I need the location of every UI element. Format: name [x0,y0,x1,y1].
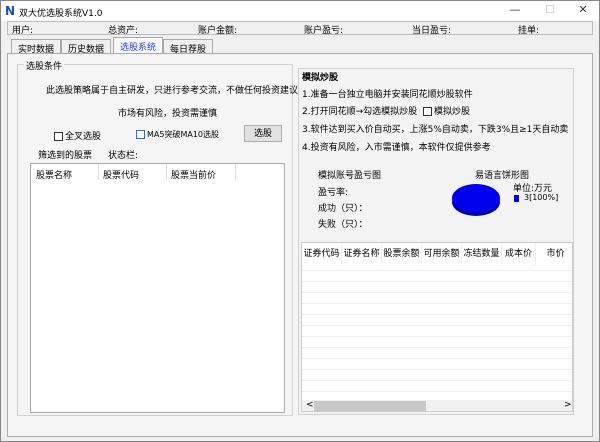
close-button[interactable]: ✕ [569,3,597,19]
sim-trading-checkbox[interactable]: 模拟炒股 [423,104,470,117]
column-header[interactable]: 可用余额 [422,243,462,265]
filtered-stocks-label: 筛选到的股票 [38,151,93,161]
simulation-group-title: 模拟炒股 [302,73,339,83]
checkbox-icon [136,130,145,139]
column-header[interactable]: 股票名称 [36,168,72,181]
column-header[interactable]: 市价 [536,243,572,265]
scrollbar-thumb[interactable] [314,401,426,411]
grid-row-line [302,314,572,315]
ma-checkbox[interactable]: MA5突破MA10选股 [136,129,219,140]
positions-grid[interactable]: 证券代码 证券名称 股票余额 可用余额 冻结数量 成本价 市价 < > [301,242,573,412]
tab-stock-selection[interactable]: 选股系统 [113,37,164,54]
column-header[interactable]: 成本价 [502,243,536,265]
grid-row-line [302,325,572,326]
ma-checkbox-label: MA5突破MA10选股 [147,130,220,139]
column-header[interactable]: 股票余额 [382,243,422,265]
user-label: 用户: [12,26,34,36]
tab-daily-picks[interactable]: 每日荐股 [163,39,214,55]
account-status-bar: 用户: 总资产: 账户金额: 账户盈亏: 当日盈亏: 挂单: [7,21,593,36]
horizontal-scrollbar[interactable]: < > [302,400,572,411]
pnl-chart-title: 模拟账号盈亏图 [318,171,382,181]
legend-entry: 3[100%] [524,193,559,202]
step-3: 3.软件达到买入价自动买，上涨5%自动卖，下跌3%且≥1天自动卖 [302,125,569,135]
status-label: 状态栏: [108,151,139,161]
risk-text: 市场有风险，投资需谨慎 [118,109,218,119]
disclaimer-text: 此选股策略属于自主研发，只进行参考交流，不做任何投资建议 [46,86,299,96]
column-header[interactable]: 股票当前价 [171,168,216,181]
select-stocks-button[interactable]: 选股 [244,125,282,142]
legend-swatch [514,195,519,202]
total-assets-label: 总资产: [108,26,139,36]
fail-label: 失败（只）： [318,220,368,230]
minimize-button[interactable]: — [501,3,529,19]
tab-realtime[interactable]: 实时数据 [11,39,62,55]
grid-row-line [302,303,572,304]
grid-row-line [302,358,572,359]
pie-chart [452,184,500,216]
step-1: 1.准备一台独立电脑并安装同花顺炒股软件 [302,90,473,100]
tab-content: 选股条件 此选股策略属于自主研发，只进行参考交流，不做任何投资建议 市场有风险，… [7,53,593,437]
scroll-right-icon[interactable]: > [564,400,572,410]
column-header[interactable]: 冻结数量 [462,243,502,265]
grid-row-line [302,292,572,293]
column-header[interactable]: 证券代码 [302,243,342,265]
scroll-left-icon[interactable]: < [306,400,314,410]
column-header[interactable]: 证券名称 [342,243,382,265]
grid-row-line [302,391,572,392]
checkbox-icon [423,107,432,116]
grid-row-line [302,281,572,282]
sim-trading-label: 模拟炒股 [434,107,471,117]
selection-group-title: 选股条件 [24,59,65,72]
account-amount-label: 账户金额: [198,26,238,36]
step-4: 4.投资有风险，入市需谨慎，本软件仅提供参考 [302,143,491,153]
grid-row-line [302,369,572,370]
cross-checkbox-label: 全叉选股 [65,132,102,142]
window-title: 双大优选股系统V1.0 [19,9,103,19]
checkbox-icon [54,132,63,141]
filtered-stock-list[interactable]: 股票名称 股票代码 股票当前价 [30,163,285,413]
account-pnl-label: 账户盈亏: [304,26,344,36]
grid-row-line [302,270,572,271]
grid-row-line [302,380,572,381]
grid-row-line [302,336,572,337]
grid-row-line [302,347,572,348]
title-bar: N 双大优选股系统V1.0 — ☐ ✕ [1,1,599,21]
step-2: 2.打开同花顺→勾选模拟炒股 [302,107,418,117]
daily-pnl-label: 当日盈亏: [412,26,452,36]
tab-history[interactable]: 历史数据 [61,39,112,55]
orders-label: 挂单: [518,26,540,36]
column-header[interactable]: 股票代码 [103,168,139,181]
pie-slice [452,184,500,212]
profit-rate-label: 盈亏率: [318,188,349,198]
success-label: 成功（只）： [318,204,368,214]
cross-checkbox[interactable]: 全叉选股 [54,129,101,142]
app-logo-icon: N [5,4,16,18]
maximize-button[interactable]: ☐ [536,3,564,19]
